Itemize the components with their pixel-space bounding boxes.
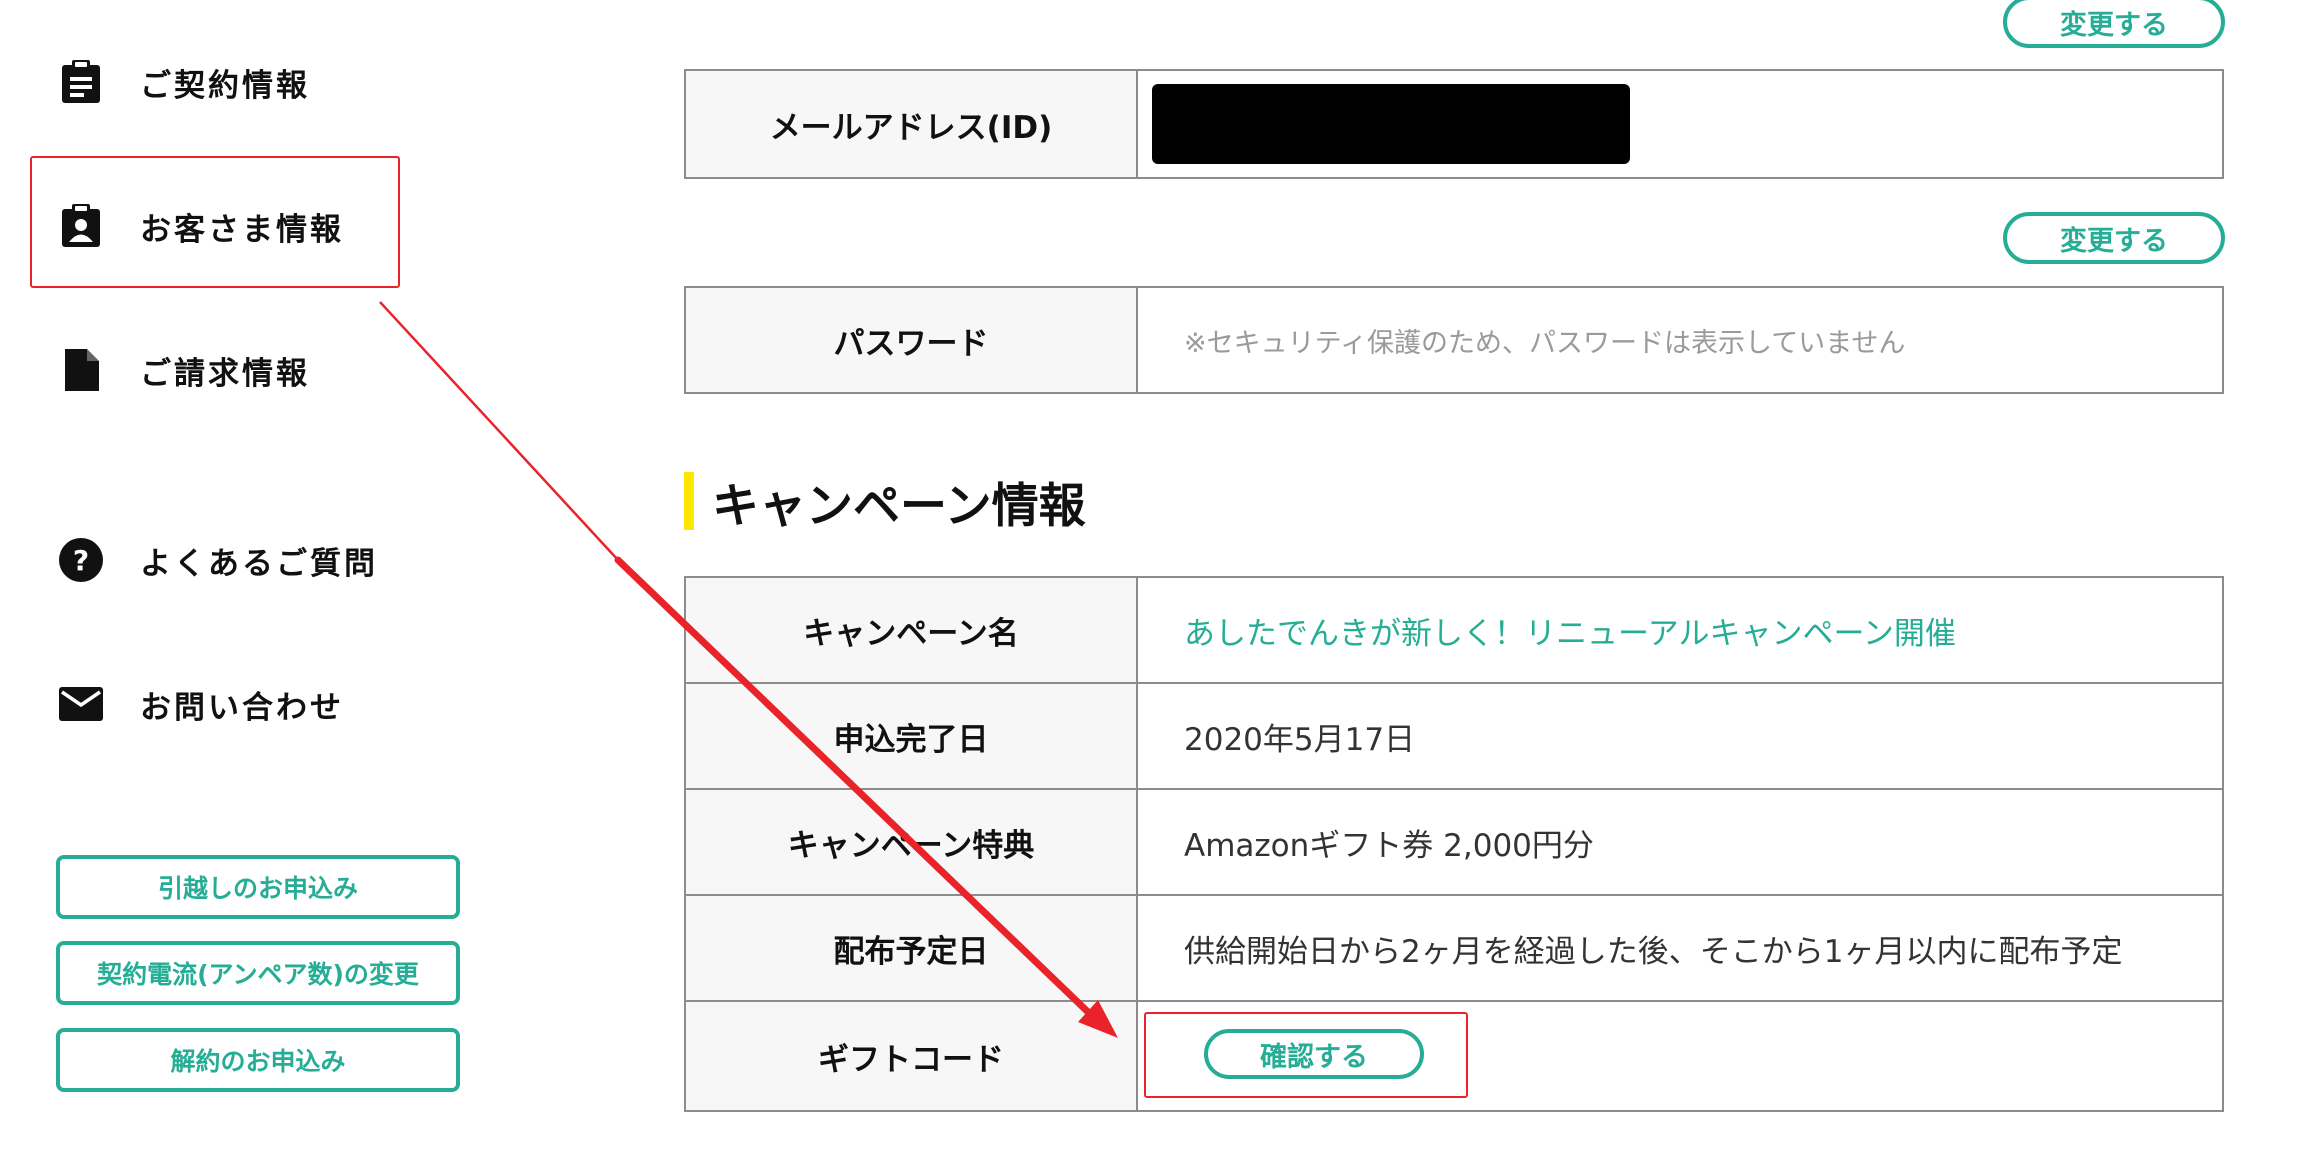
annotation-arrow [379,301,1118,1038]
arrow-shaft-thin [379,301,619,561]
arrow-shaft-thick [614,556,1092,1016]
